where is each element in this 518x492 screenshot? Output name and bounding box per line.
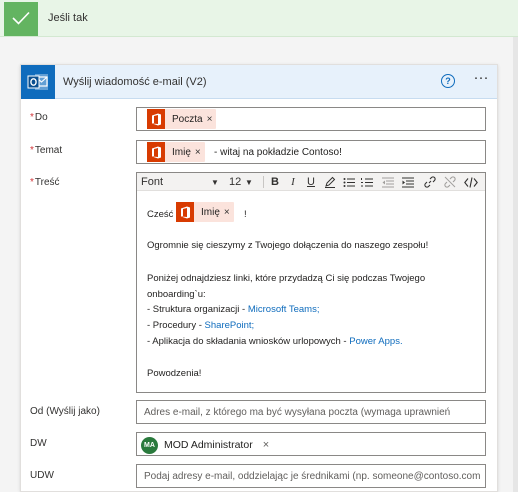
code-view-icon[interactable] bbox=[461, 174, 481, 190]
numbered-list-icon[interactable] bbox=[359, 174, 375, 190]
help-icon[interactable]: ? bbox=[441, 74, 455, 88]
subject-field[interactable]: Imię × - witaj na pokładzie Contoso! bbox=[136, 140, 486, 164]
subject-text: - witaj na pokładzie Contoso! bbox=[214, 147, 342, 158]
body-line-1: Ogromnie się cieszymy z Twojego dołączen… bbox=[147, 240, 429, 251]
bcc-label: UDW bbox=[30, 470, 54, 481]
greeting-suffix: ! bbox=[244, 209, 247, 220]
subject-label: *Temat bbox=[30, 145, 63, 156]
bcc-field[interactable]: Podaj adresy e-mail, oddzielając je śred… bbox=[136, 464, 486, 488]
body-label: *Treść bbox=[30, 177, 60, 188]
branch-label: Jeśli tak bbox=[48, 12, 88, 24]
remove-token-icon[interactable]: × bbox=[224, 207, 234, 218]
underline-icon[interactable]: U bbox=[303, 174, 319, 190]
first-name-token[interactable]: Imię × bbox=[176, 202, 234, 222]
italic-icon[interactable]: I bbox=[285, 174, 301, 190]
font-size-select[interactable]: 12 ▼ bbox=[229, 174, 259, 190]
cc-label: DW bbox=[30, 438, 47, 449]
toolbar-separator bbox=[263, 176, 264, 188]
bcc-placeholder: Podaj adresy e-mail, oddzielając je śred… bbox=[144, 471, 480, 482]
outlook-icon bbox=[21, 65, 55, 99]
increase-indent-icon[interactable] bbox=[399, 174, 417, 190]
body-line-3: onboarding`u: bbox=[147, 289, 206, 300]
person-token[interactable]: MA MOD Administrator × bbox=[141, 435, 269, 455]
editor-toolbar: Font ▼ 12 ▼ B I U bbox=[137, 173, 485, 191]
remove-person-icon[interactable]: × bbox=[263, 439, 269, 451]
body-closing: Powodzenia! bbox=[147, 368, 202, 379]
from-placeholder: Adres e-mail, z którego ma być wysyłana … bbox=[144, 407, 451, 418]
person-name: MOD Administrator bbox=[164, 439, 253, 451]
from-label: Od (Wyślij jako) bbox=[30, 406, 100, 417]
bulleted-list-icon[interactable] bbox=[341, 174, 357, 190]
remove-token-icon[interactable]: × bbox=[207, 114, 217, 125]
chevron-down-icon: ▼ bbox=[245, 177, 253, 187]
scrollbar[interactable] bbox=[513, 37, 518, 492]
body-line-2: Poniżej odnajdziesz linki, które przydad… bbox=[147, 273, 426, 284]
more-options-icon[interactable]: ··· bbox=[471, 70, 491, 89]
pen-icon[interactable] bbox=[321, 174, 339, 190]
yes-branch-header[interactable]: Jeśli tak bbox=[0, 0, 518, 37]
to-field[interactable]: Poczta × bbox=[136, 107, 486, 131]
font-select[interactable]: Font ▼ bbox=[141, 174, 223, 190]
office-icon bbox=[176, 202, 194, 222]
decrease-indent-icon[interactable] bbox=[379, 174, 397, 190]
link-icon[interactable] bbox=[421, 174, 439, 190]
from-field[interactable]: Adres e-mail, z którego ma być wysyłana … bbox=[136, 400, 486, 424]
first-name-token[interactable]: Imię × bbox=[147, 142, 205, 162]
office-icon bbox=[147, 109, 165, 129]
card-title: Wyślij wiadomość e-mail (V2) bbox=[63, 76, 207, 88]
body-line-4: - Struktura organizacji - Microsoft Team… bbox=[147, 304, 320, 315]
unlink-icon[interactable] bbox=[441, 174, 459, 190]
card-header[interactable]: Wyślij wiadomość e-mail (V2) ? ··· bbox=[21, 65, 497, 99]
power-apps-link[interactable]: Power Apps. bbox=[349, 336, 402, 347]
sharepoint-link[interactable]: SharePoint; bbox=[205, 320, 255, 331]
avatar: MA bbox=[141, 436, 158, 454]
chevron-down-icon: ▼ bbox=[211, 177, 219, 187]
greeting-prefix: Cześć bbox=[147, 209, 174, 220]
office-icon bbox=[147, 142, 165, 162]
to-label: *Do bbox=[30, 112, 48, 123]
cc-field[interactable]: MA MOD Administrator × bbox=[136, 432, 486, 456]
body-line-6: - Aplikacja do składania wniosków urlopo… bbox=[147, 336, 403, 347]
bold-icon[interactable]: B bbox=[267, 174, 283, 190]
remove-token-icon[interactable]: × bbox=[195, 147, 205, 158]
send-email-action-card: Wyślij wiadomość e-mail (V2) ? ··· *Do P… bbox=[20, 64, 498, 492]
body-editor[interactable]: Font ▼ 12 ▼ B I U Cześć Imię × ! Ogromni… bbox=[136, 172, 486, 393]
body-line-5: - Procedury - SharePoint; bbox=[147, 320, 255, 331]
checkmark-icon bbox=[4, 2, 38, 36]
mail-token[interactable]: Poczta × bbox=[147, 109, 217, 129]
microsoft-teams-link[interactable]: Microsoft Teams; bbox=[248, 304, 320, 315]
